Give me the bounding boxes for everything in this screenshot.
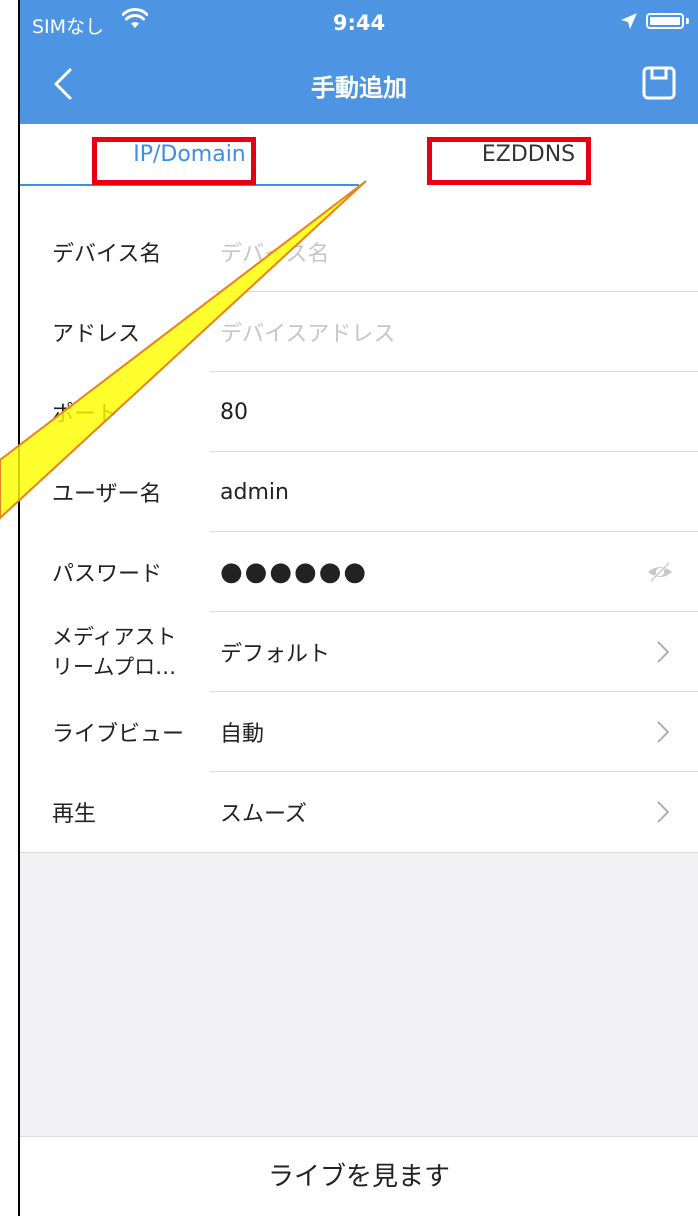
form-row-address[interactable]: アドレス デバイスアドレス <box>20 292 698 372</box>
eye-slash-icon[interactable] <box>646 560 674 584</box>
status-bar: SIMなし 9:44 <box>20 0 698 44</box>
chevron-right-icon <box>657 801 670 823</box>
form-row-port[interactable]: ポート 80 <box>20 372 698 452</box>
form-row-password[interactable]: パスワード ●●●●●● <box>20 532 698 612</box>
playback-value: スムーズ <box>220 802 307 827</box>
save-icon[interactable] <box>642 66 676 100</box>
page-title: 手動追加 <box>311 74 407 102</box>
port-input[interactable]: 80 <box>220 372 248 452</box>
device-form: デバイス名 デバイス名 アドレス デバイスアドレス ポート 80 ユーザー名 a… <box>20 186 698 852</box>
live-view-value: 自動 <box>220 722 265 747</box>
password-label: パスワード <box>52 562 163 587</box>
battery-icon <box>646 13 684 29</box>
chevron-right-icon <box>657 721 670 743</box>
bottom-bar: ライブを見ます <box>20 1136 698 1216</box>
chevron-right-icon <box>657 641 670 663</box>
form-row-live-view[interactable]: ライブビュー 自動 <box>20 692 698 772</box>
device-name-input[interactable]: デバイス名 <box>220 212 329 292</box>
form-row-username[interactable]: ユーザー名 admin <box>20 452 698 532</box>
device-name-label: デバイス名 <box>52 242 162 267</box>
port-label: ポート <box>52 402 119 427</box>
live-view-label: ライブビュー <box>52 722 185 747</box>
empty-background <box>20 852 698 1137</box>
username-label: ユーザー名 <box>52 482 162 507</box>
battery-tip <box>686 18 689 24</box>
address-label: アドレス <box>52 322 141 347</box>
address-input[interactable]: デバイスアドレス <box>220 292 395 372</box>
form-row-device-name[interactable]: デバイス名 デバイス名 <box>20 212 698 292</box>
playback-label: 再生 <box>52 802 97 827</box>
highlight-box-ezddns <box>427 137 591 185</box>
navigation-bar: 手動追加 <box>20 44 698 124</box>
highlight-box-ip-domain <box>92 137 256 185</box>
form-row-playback[interactable]: 再生 スムーズ <box>20 772 698 852</box>
media-stream-value: デフォルト <box>220 642 331 667</box>
password-input[interactable]: ●●●●●● <box>220 532 368 612</box>
clock: 9:44 <box>332 11 386 35</box>
media-stream-label: メディアスト リームプロ… <box>52 625 177 679</box>
username-input[interactable]: admin <box>220 452 289 532</box>
start-live-view-button[interactable]: ライブを見ます <box>20 1137 698 1216</box>
form-row-media-stream[interactable]: メディアスト リームプロ… デフォルト <box>20 612 698 692</box>
location-arrow-icon <box>621 13 637 29</box>
